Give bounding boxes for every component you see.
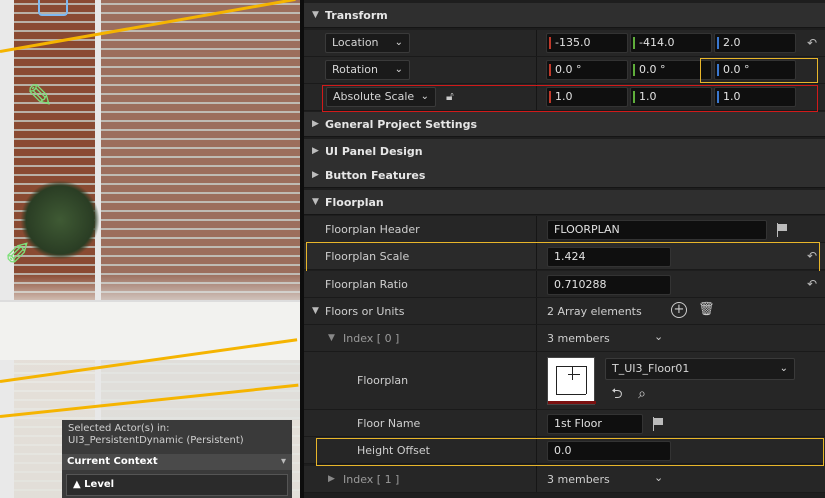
scale-row: Absolute Scale ⌄ 🔓︎ 1.0 1.0 1.0 bbox=[304, 84, 825, 111]
column-separator bbox=[536, 410, 537, 436]
scale-y-field[interactable]: 1.0 bbox=[630, 87, 712, 107]
chevron-down-icon[interactable]: ⌄ bbox=[654, 471, 663, 484]
scale-dropdown[interactable]: Absolute Scale ⌄ bbox=[326, 87, 436, 107]
floors-array-row: ▼ Floors or Units 2 Array elements + 🗑︎ bbox=[304, 298, 825, 325]
chevron-down-icon[interactable]: ⌄ bbox=[654, 330, 663, 343]
button-features-header[interactable]: ▶ Button Features bbox=[304, 163, 825, 188]
outliner-panel: Selected Actor(s) in: UI3_PersistentDyna… bbox=[62, 420, 292, 498]
selected-actors-text: Selected Actor(s) in: UI3_PersistentDyna… bbox=[68, 423, 244, 446]
height-offset-row: Height Offset 0.0 bbox=[304, 437, 825, 464]
edit-pencil-icon[interactable]: ✎ bbox=[22, 78, 58, 114]
floorplan-scale-row: Floorplan Scale 1.424 ↶ bbox=[304, 243, 825, 270]
find-asset-icon[interactable]: ⌕ bbox=[634, 386, 650, 402]
rotation-dropdown[interactable]: Rotation ⌄ bbox=[325, 60, 410, 80]
floorplan-header-row: Floorplan Header FLOORPLAN bbox=[304, 216, 825, 243]
index-0-row: ▼ Index [ 0 ] 3 members ⌄ bbox=[304, 325, 825, 352]
chevron-down-icon: ⌄ bbox=[394, 37, 403, 48]
transform-section-header[interactable]: ▼ Transform bbox=[304, 3, 825, 28]
trash-icon[interactable]: 🗑︎ bbox=[698, 302, 715, 317]
column-separator bbox=[536, 325, 537, 351]
rotation-y-field[interactable]: 0.0 ° bbox=[630, 60, 712, 80]
floorplan-scale-input[interactable]: 1.424 bbox=[547, 247, 671, 267]
flag-icon[interactable] bbox=[776, 223, 788, 237]
floorplan-ratio-input[interactable]: 0.710288 bbox=[547, 275, 671, 295]
level-viewport[interactable]: ✎ ✐ Selected Actor(s) in: UI3_Persistent… bbox=[0, 0, 300, 498]
floorplan-asset-row: Floorplan T_UI3_Floor01 ⌄ ⮌ ⌕ bbox=[304, 352, 825, 410]
expand-arrow-icon: ▼ bbox=[312, 197, 319, 207]
location-y-field[interactable]: -414.0 bbox=[630, 33, 712, 53]
expand-arrow-icon: ▼ bbox=[312, 10, 319, 20]
index-1-row: ▶ Index [ 1 ] 3 members ⌄ bbox=[304, 466, 825, 493]
chevron-down-icon: ⌄ bbox=[779, 363, 788, 374]
chevron-down-icon: ⌄ bbox=[420, 91, 429, 102]
general-settings-header[interactable]: ▶ General Project Settings bbox=[304, 112, 825, 137]
flag-icon[interactable] bbox=[652, 417, 664, 431]
collapsed-arrow-icon: ▶ bbox=[312, 146, 319, 156]
location-z-field[interactable]: 2.0 bbox=[714, 33, 796, 53]
collapsed-arrow-icon: ▶ bbox=[312, 119, 319, 129]
floorplan-section-header[interactable]: ▼ Floorplan bbox=[304, 190, 825, 215]
level-icon: ▲ bbox=[73, 479, 85, 490]
lock-open-icon[interactable]: 🔓︎ bbox=[446, 89, 454, 104]
column-separator bbox=[536, 216, 537, 242]
location-dropdown[interactable]: Location ⌄ bbox=[325, 33, 410, 53]
floorplan-header-input[interactable]: FLOORPLAN bbox=[547, 220, 767, 240]
column-separator bbox=[536, 271, 537, 297]
expand-arrow-icon[interactable]: ▼ bbox=[312, 306, 319, 316]
reset-arrow-icon[interactable]: ↶ bbox=[807, 36, 817, 50]
floor-name-row: Floor Name 1st Floor bbox=[304, 410, 825, 437]
column-separator bbox=[536, 298, 537, 324]
expand-arrow-icon[interactable]: ▼ bbox=[328, 333, 335, 343]
floorplan-thumbnail[interactable] bbox=[547, 357, 596, 405]
browse-arrow-icon[interactable]: ⮌ bbox=[609, 386, 625, 402]
current-context-header[interactable]: Current Context ▾ bbox=[62, 454, 292, 470]
plus-circle-icon[interactable]: + bbox=[671, 302, 687, 318]
ui-panel-design-header[interactable]: ▶ UI Panel Design bbox=[304, 139, 825, 164]
chevron-down-icon: ⌄ bbox=[394, 64, 403, 75]
column-separator bbox=[536, 437, 537, 463]
level-item[interactable]: ▲ Level bbox=[66, 474, 288, 496]
rotation-z-field[interactable]: 0.0 ° bbox=[714, 60, 796, 80]
location-x-field[interactable]: -135.0 bbox=[546, 33, 628, 53]
reset-arrow-icon[interactable]: ↶ bbox=[807, 277, 817, 291]
floorplan-ratio-row: Floorplan Ratio 0.710288 ↶ bbox=[304, 271, 825, 298]
column-separator bbox=[536, 243, 537, 269]
scale-z-field[interactable]: 1.0 bbox=[714, 87, 796, 107]
collapsed-arrow-icon: ▶ bbox=[312, 170, 319, 180]
reset-arrow-icon[interactable]: ↶ bbox=[807, 249, 817, 263]
column-separator bbox=[536, 84, 537, 110]
crossed-pencil-icon[interactable]: ✐ bbox=[0, 236, 36, 272]
column-separator bbox=[536, 30, 537, 56]
column-separator bbox=[536, 352, 537, 409]
chevron-down-icon: ▾ bbox=[280, 456, 286, 467]
rotation-row: Rotation ⌄ 0.0 ° 0.0 ° 0.0 ° bbox=[304, 57, 825, 84]
viewport-widget-icon[interactable] bbox=[38, 0, 68, 16]
scale-x-field[interactable]: 1.0 bbox=[546, 87, 628, 107]
height-offset-input[interactable]: 0.0 bbox=[547, 441, 671, 461]
viewport-sofa bbox=[0, 300, 300, 360]
floorplan-asset-picker[interactable]: T_UI3_Floor01 ⌄ bbox=[605, 358, 795, 380]
column-separator bbox=[536, 57, 537, 83]
details-panel: ▼ Transform Location ⌄ -135.0 -414.0 2.0 … bbox=[304, 0, 825, 498]
location-row: Location ⌄ -135.0 -414.0 2.0 ↶ bbox=[304, 30, 825, 57]
collapsed-arrow-icon[interactable]: ▶ bbox=[328, 474, 335, 484]
rotation-x-field[interactable]: 0.0 ° bbox=[546, 60, 628, 80]
column-separator bbox=[536, 466, 537, 492]
floor-name-input[interactable]: 1st Floor bbox=[547, 414, 643, 434]
